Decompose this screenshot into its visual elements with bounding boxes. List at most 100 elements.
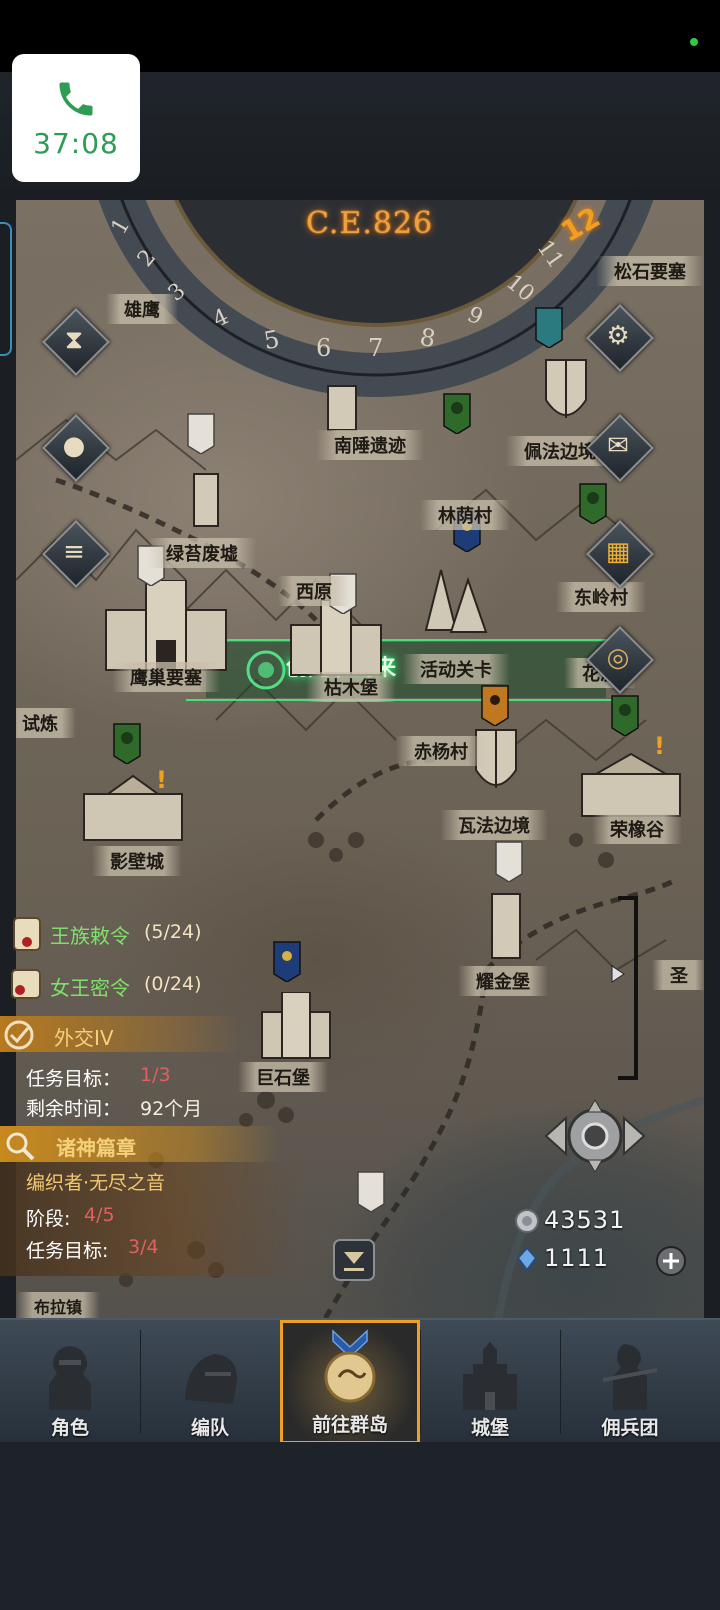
- calendar-icon: ▦: [605, 537, 631, 567]
- quest-gods[interactable]: 诸神篇章 编织者·无尽之音 阶段: 4/5 任务目标: 3/4: [0, 1124, 300, 1276]
- flag-white: [495, 841, 523, 882]
- month-1: 1: [106, 214, 136, 239]
- helmet-icon: [185, 1354, 237, 1404]
- quest-royal-title: 王族敕令: [50, 924, 130, 948]
- month-4: 4: [209, 304, 233, 333]
- nav-castle-label: 城堡: [470, 1417, 509, 1439]
- quest-diplomacy-title: 外交IV: [54, 1026, 114, 1050]
- loc-shilian[interactable]: 试炼: [16, 708, 76, 738]
- flag-green: [579, 483, 607, 524]
- nav-mercs[interactable]: 佣兵团: [560, 1320, 700, 1444]
- knight-icon: [49, 1346, 91, 1410]
- call-timer: 37:08: [33, 126, 119, 160]
- loc-xiongying[interactable]: 雄鹰: [106, 294, 178, 324]
- flag-white: [187, 413, 215, 454]
- loc-linye[interactable]: 林荫村: [420, 500, 510, 530]
- scroll-icon: ≡: [63, 537, 85, 567]
- tower-yaojin[interactable]: [486, 890, 526, 960]
- loc-huodong[interactable]: 活动关卡: [402, 654, 510, 684]
- loc-yingchao[interactable]: 鹰巢要塞: [112, 662, 220, 692]
- month-7: 7: [368, 334, 384, 362]
- quest-gods-stage-value: 4/5: [84, 1204, 115, 1226]
- quest-gods-subtitle: 编织者·无尽之音: [26, 1172, 166, 1194]
- castle-yingbi[interactable]: [78, 774, 188, 844]
- gear-icon: ⚙: [606, 321, 630, 351]
- flag-green: [443, 393, 471, 434]
- nav-islands-label: 前往群岛: [311, 1414, 388, 1436]
- month-11: 11: [531, 235, 569, 274]
- trees-huodong[interactable]: [406, 560, 496, 640]
- crystal-icon: [516, 1246, 538, 1272]
- bottom-padding: [0, 1442, 720, 1610]
- loc-nanxi[interactable]: 南陲遗迹: [316, 430, 424, 460]
- quest-queen-order[interactable]: 女王密令 (0/24): [0, 962, 260, 1006]
- mail-button[interactable]: ✉: [586, 414, 654, 482]
- quest-gods-stage-label: 阶段:: [26, 1208, 71, 1230]
- alert-icon: !: [654, 732, 665, 760]
- quest-gods-target-label: 任务目标:: [26, 1240, 109, 1262]
- flag-green: [113, 723, 141, 764]
- silver-amount: 43531: [544, 1206, 626, 1234]
- silver-coin-icon: [515, 1209, 539, 1233]
- scroll-icon: [11, 969, 41, 999]
- add-crystal-button[interactable]: [654, 1244, 688, 1278]
- calendar-button[interactable]: ▦: [586, 520, 654, 588]
- call-overlay[interactable]: 37:08: [12, 54, 140, 182]
- loc-wafa[interactable]: 瓦法边境: [440, 810, 548, 840]
- status-dot-icon: [690, 38, 698, 46]
- loc-lvtai[interactable]: 绿苔废墟: [148, 538, 256, 568]
- silver-resource: 43531: [514, 1206, 625, 1234]
- alert-icon: !: [156, 766, 167, 794]
- mail-icon: ✉: [607, 431, 629, 461]
- nav-mercs-label: 佣兵团: [601, 1417, 659, 1439]
- tower-nanxi[interactable]: [322, 382, 362, 432]
- hourglass-icon: ⧗: [64, 324, 84, 355]
- tower-lvtai[interactable]: [186, 468, 226, 528]
- loc-sheng[interactable]: 圣: [652, 960, 704, 990]
- loc-yaojin[interactable]: 耀金堡: [458, 966, 548, 996]
- loc-bula[interactable]: 布拉镇: [16, 1292, 101, 1320]
- quest-diplomacy-target-value: 1/3: [140, 1064, 171, 1086]
- loc-rongxiang[interactable]: 荣橡谷: [592, 814, 682, 844]
- quest-gods-target-value: 3/4: [128, 1236, 159, 1258]
- castle-icon: [463, 1342, 517, 1410]
- diplomacy-icon: [4, 1020, 34, 1050]
- quest-royal-count: (5/24): [144, 921, 202, 943]
- nav-team-label: 编队: [190, 1417, 229, 1439]
- nav-role[interactable]: 角色: [0, 1320, 140, 1444]
- left-edge-tab[interactable]: [0, 222, 12, 356]
- flag-teal: [535, 307, 563, 348]
- quest-gods-title: 诸神篇章: [56, 1136, 136, 1160]
- nav-role-label: 角色: [50, 1417, 89, 1439]
- quest-diplomacy[interactable]: 外交IV 任务目标： 1/3 剩余时间： 92个月: [0, 1014, 280, 1120]
- loc-dongling[interactable]: 东岭村: [556, 582, 646, 612]
- collapse-button[interactable]: [332, 1238, 376, 1282]
- loc-yingbi[interactable]: 影壁城: [92, 846, 182, 876]
- quest-queen-count: (0/24): [144, 973, 202, 995]
- loc-chiyang[interactable]: 赤杨村: [396, 736, 486, 766]
- castle-rongxiang[interactable]: [576, 750, 686, 820]
- bag-button[interactable]: ●: [42, 414, 110, 482]
- loc-kumu[interactable]: 枯木堡: [306, 672, 396, 702]
- compass-icon[interactable]: [540, 1096, 650, 1176]
- quest-diplomacy-time-value: 92个月: [140, 1098, 203, 1120]
- scroll-button[interactable]: ≡: [42, 520, 110, 588]
- nav-castle[interactable]: 城堡: [420, 1320, 560, 1444]
- flag-blue: [273, 941, 301, 982]
- nav-islands[interactable]: 前往群岛: [280, 1320, 420, 1444]
- crystal-amount: 1111: [544, 1244, 610, 1272]
- hourglass-button[interactable]: ⧗: [42, 308, 110, 376]
- loc-songshi[interactable]: 松石要塞: [596, 256, 704, 286]
- nav-team[interactable]: 编队: [140, 1320, 280, 1444]
- bottom-nav: 角色 编队 前往群岛 城堡 佣兵团: [0, 1318, 720, 1444]
- bag-icon: ●: [62, 431, 86, 461]
- flag-orange: [481, 685, 509, 726]
- quest-diplomacy-time-label: 剩余时间：: [26, 1098, 122, 1120]
- month-8: 8: [417, 322, 438, 354]
- quest-royal-decree[interactable]: 王族敕令 (5/24): [0, 912, 260, 956]
- settings-button[interactable]: ⚙: [586, 304, 654, 372]
- loc-xiyuan[interactable]: 西原: [278, 576, 350, 606]
- coin-button[interactable]: ◎: [586, 626, 654, 694]
- quest-diplomacy-target-label: 任务目标：: [26, 1068, 122, 1090]
- side-slider[interactable]: [608, 894, 648, 1084]
